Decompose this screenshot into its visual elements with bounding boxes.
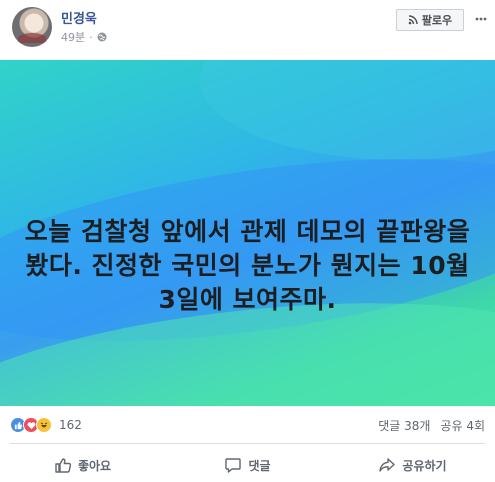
post-header: 민경욱 49분 · 팔로우 [0, 0, 495, 60]
rss-icon [408, 15, 418, 25]
comment-icon [225, 458, 242, 473]
post-time[interactable]: 49분 [61, 29, 85, 45]
share-icon [379, 458, 396, 472]
comment-label: 댓글 [248, 458, 271, 473]
share-label: 공유하기 [402, 458, 447, 473]
action-bar: 좋아요 댓글 공유하기 [0, 448, 495, 482]
author-name[interactable]: 민경욱 [61, 8, 97, 27]
reaction-count: 162 [59, 418, 82, 432]
avatar[interactable] [12, 7, 52, 47]
like-label: 좋아요 [77, 458, 112, 473]
share-count[interactable]: 공유 4회 [440, 417, 485, 434]
post-meta: 49분 · [61, 29, 107, 45]
background-wave [200, 60, 495, 160]
follow-label: 팔로우 [421, 14, 453, 27]
post-background: 오늘 검찰청 앞에서 관제 데모의 끝판왕을 봤다. 진정한 국민의 분노가 뭔… [0, 60, 495, 406]
comment-count[interactable]: 댓글 38개 [378, 417, 430, 434]
thumbs-up-icon [55, 458, 72, 473]
globe-icon [97, 32, 107, 42]
haha-icon [36, 417, 52, 433]
meta-separator: · [89, 30, 93, 44]
more-options-icon[interactable] [474, 12, 488, 26]
like-button[interactable]: 좋아요 [0, 448, 165, 482]
post-text: 오늘 검찰청 앞에서 관제 데모의 끝판왕을 봤다. 진정한 국민의 분노가 뭔… [24, 217, 471, 314]
divider [10, 443, 485, 444]
post-stats: 댓글 38개 공유 4회 [378, 417, 485, 434]
share-button[interactable]: 공유하기 [330, 448, 495, 482]
reaction-summary[interactable]: 162 [10, 416, 82, 434]
follow-button[interactable]: 팔로우 [396, 9, 464, 31]
comment-button[interactable]: 댓글 [165, 448, 330, 482]
